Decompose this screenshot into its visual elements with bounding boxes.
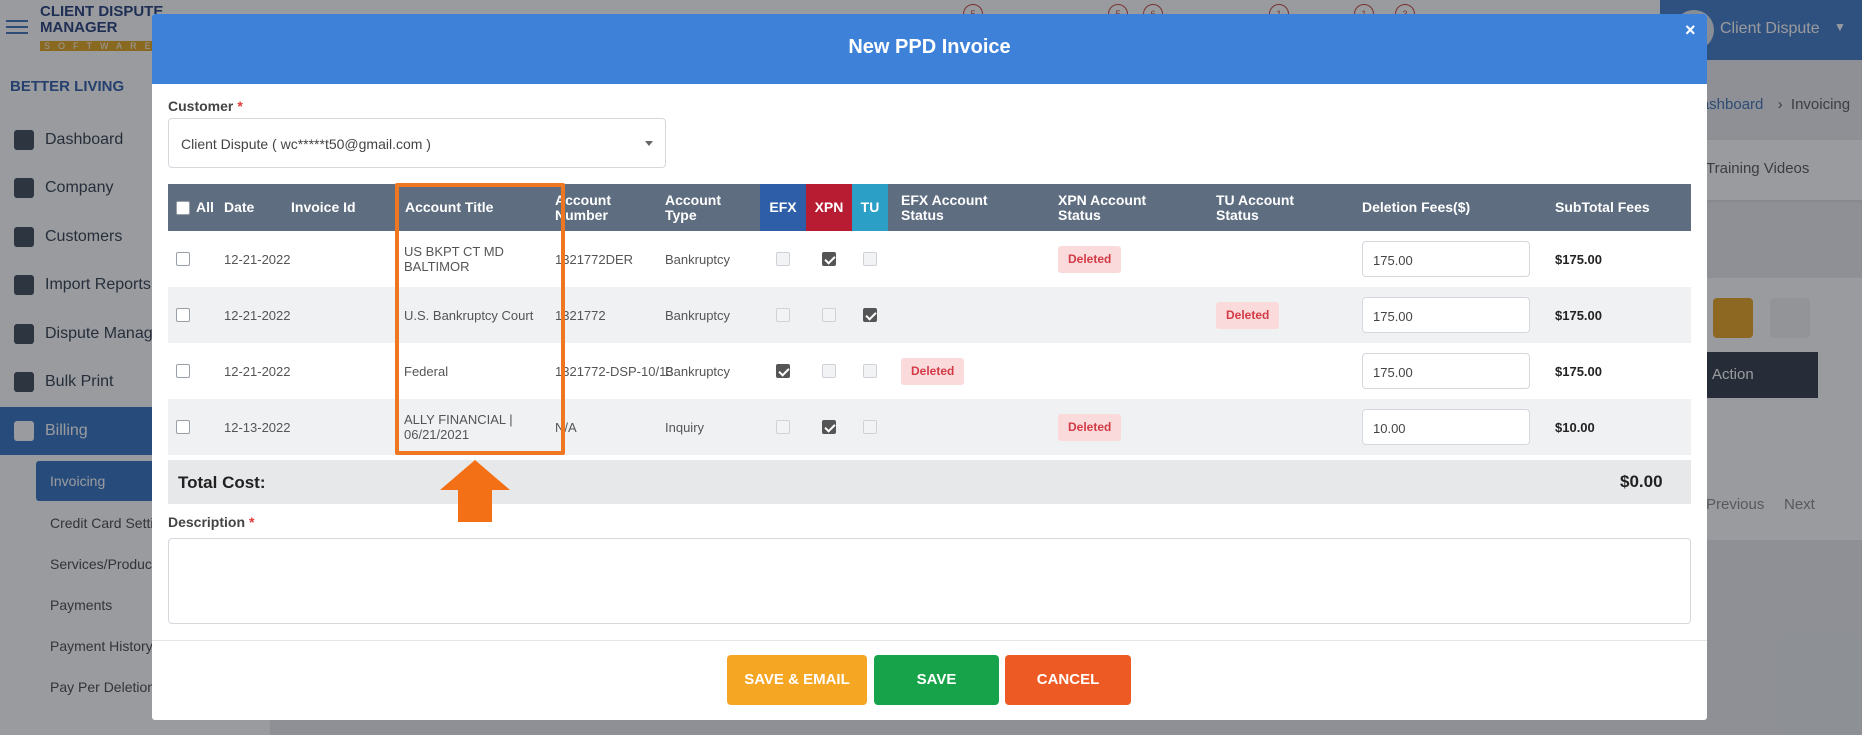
xpn-checkbox[interactable] (822, 308, 836, 322)
row-checkbox[interactable] (176, 308, 190, 322)
row-date: 12-21-2022 (224, 251, 291, 267)
save-and-email-button[interactable]: SAVE & EMAIL (727, 655, 867, 705)
column-tu[interactable]: TU (852, 184, 888, 231)
total-cost-value: $0.00 (1620, 472, 1663, 491)
tu-checkbox[interactable] (863, 308, 877, 322)
efx-checkbox[interactable] (776, 420, 790, 434)
save-button[interactable]: SAVE (874, 655, 999, 705)
row-account-type: Inquiry (665, 419, 705, 435)
column-xpn[interactable]: XPN (806, 184, 852, 231)
row-account-type: Bankruptcy (665, 307, 731, 323)
total-cost-bar: Total Cost: $0.00 (168, 460, 1691, 504)
select-all-checkbox[interactable] (176, 200, 190, 215)
column-tu-status[interactable]: TU Account Status (1216, 184, 1326, 231)
row-checkbox[interactable] (176, 420, 190, 434)
row-account-type: Bankruptcy (665, 251, 731, 267)
status-badge: Deleted (1058, 413, 1122, 441)
deletion-fee-input[interactable]: 175.00 (1362, 297, 1530, 333)
efx-checkbox[interactable] (776, 364, 790, 378)
tu-checkbox[interactable] (863, 364, 877, 378)
row-subtotal: $175.00 (1555, 363, 1602, 379)
column-deletion-fees[interactable]: Deletion Fees($) (1362, 184, 1470, 231)
modal-title: New PPD Invoice (848, 36, 1011, 58)
column-efx-status[interactable]: EFX Account Status (901, 184, 1021, 231)
select-all[interactable]: All (176, 184, 214, 231)
column-account-type[interactable]: Account Type (665, 184, 745, 231)
customer-select[interactable]: Client Dispute ( wc*****t50@gmail.com ) (168, 118, 666, 168)
account-title-highlight (395, 183, 565, 455)
customer-label: Customer * (168, 98, 243, 114)
close-icon[interactable]: × (1685, 20, 1696, 41)
footer-divider (152, 640, 1707, 641)
deletion-fee-input[interactable]: 175.00 (1362, 241, 1530, 277)
row-account-number: 1321772-DSP-10/13 (555, 363, 674, 379)
row-checkbox[interactable] (176, 364, 190, 378)
column-date[interactable]: Date (224, 184, 254, 231)
efx-checkbox[interactable] (776, 252, 790, 266)
chevron-down-icon (645, 141, 653, 146)
tu-checkbox[interactable] (863, 420, 877, 434)
row-subtotal: $175.00 (1555, 251, 1602, 267)
xpn-checkbox[interactable] (822, 252, 836, 266)
row-subtotal: $10.00 (1555, 419, 1595, 435)
row-account-type: Bankruptcy (665, 363, 731, 379)
modal-header: New PPD Invoice × (152, 14, 1707, 84)
status-badge: Deleted (901, 357, 965, 385)
arrow-up-icon (440, 460, 510, 522)
row-date: 12-21-2022 (224, 363, 291, 379)
row-date: 12-21-2022 (224, 307, 291, 323)
column-invoice-id[interactable]: Invoice Id (291, 184, 356, 231)
deletion-fee-input[interactable]: 175.00 (1362, 353, 1530, 389)
deletion-fee-input[interactable]: 10.00 (1362, 409, 1530, 445)
status-badge: Deleted (1058, 245, 1122, 273)
xpn-checkbox[interactable] (822, 420, 836, 434)
total-cost-label: Total Cost: (178, 473, 266, 492)
row-account-number: 1321772DER (555, 251, 634, 267)
row-date: 12-13-2022 (224, 419, 291, 435)
row-checkbox[interactable] (176, 252, 190, 266)
xpn-checkbox[interactable] (822, 364, 836, 378)
column-account-number[interactable]: Account Number (555, 184, 645, 231)
efx-checkbox[interactable] (776, 308, 790, 322)
tu-checkbox[interactable] (863, 252, 877, 266)
column-subtotal-fees[interactable]: SubTotal Fees (1555, 184, 1655, 231)
new-ppd-invoice-modal: New PPD Invoice × Customer * Client Dispu… (152, 14, 1707, 720)
column-efx[interactable]: EFX (760, 184, 806, 231)
description-textarea[interactable] (168, 538, 1691, 624)
column-xpn-status[interactable]: XPN Account Status (1058, 184, 1178, 231)
status-badge: Deleted (1216, 301, 1280, 329)
row-subtotal: $175.00 (1555, 307, 1602, 323)
cancel-button[interactable]: CANCEL (1005, 655, 1131, 705)
description-label: Description * (168, 514, 255, 530)
